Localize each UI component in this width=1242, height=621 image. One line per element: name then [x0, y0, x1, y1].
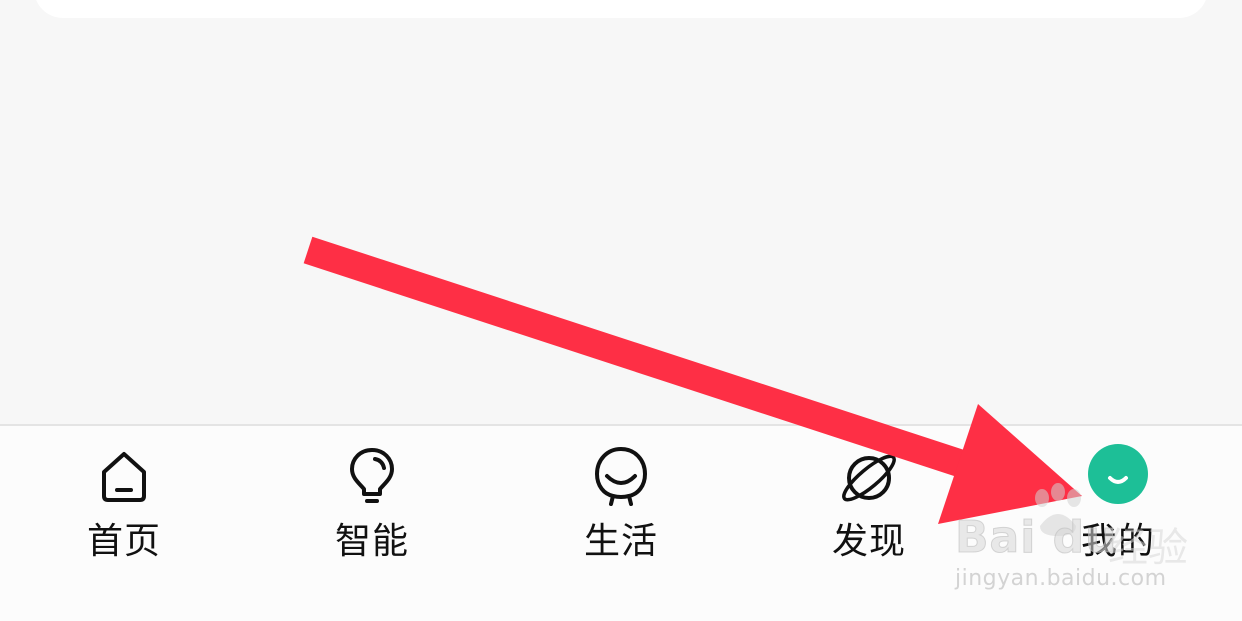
tab-discover[interactable]: 发现 — [799, 444, 939, 564]
lightbulb-icon — [350, 448, 394, 503]
tab-life-label: 生活 — [583, 521, 658, 562]
content-card — [34, 0, 1208, 18]
tab-home[interactable]: 首页 — [54, 444, 194, 564]
tab-mine[interactable]: 我的 — [1048, 444, 1188, 564]
tab-home-label: 首页 — [86, 521, 161, 562]
tab-life[interactable]: 生活 — [551, 444, 691, 564]
profile-avatar-icon — [1088, 444, 1148, 504]
bottom-tab-bar: 首页 智能 生活 发现 我的 — [0, 424, 1242, 621]
tab-discover-label: 发现 — [831, 521, 906, 562]
tab-smart-label: 智能 — [334, 521, 409, 562]
app-screen: 首页 智能 生活 发现 我的 Bai du 经验 jingyan.baidu.c… — [0, 0, 1242, 621]
planet-icon — [842, 454, 896, 502]
tab-mine-label: 我的 — [1080, 521, 1155, 562]
home-icon — [102, 452, 146, 502]
tab-smart[interactable]: 智能 — [302, 444, 442, 564]
smiley-face-icon — [595, 447, 647, 506]
